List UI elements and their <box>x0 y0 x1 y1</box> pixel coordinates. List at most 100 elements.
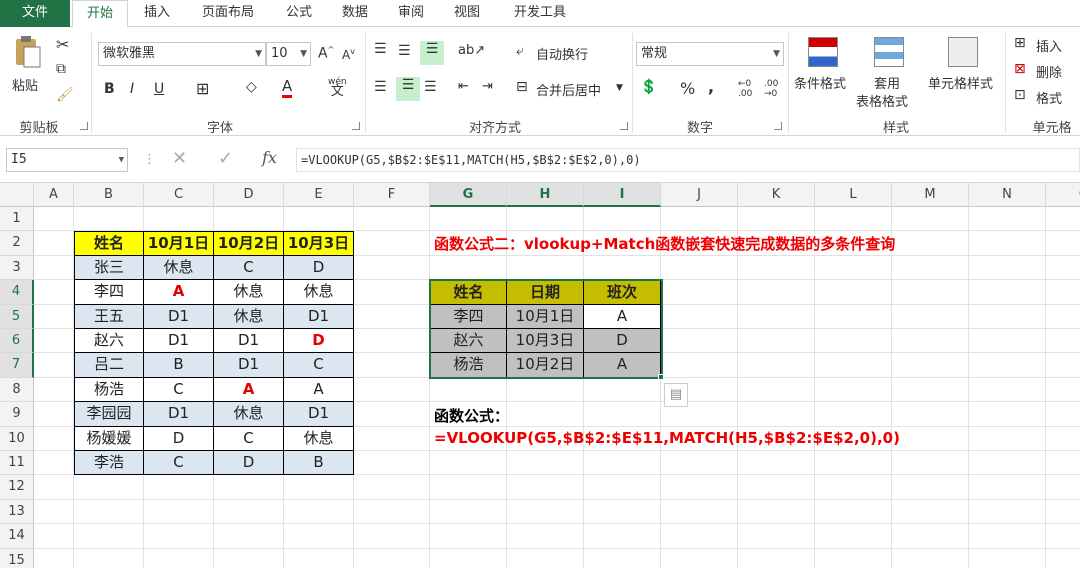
worksheet-grid[interactable]: A B C D E F G H I J K L M N O 1234567891… <box>0 183 1080 568</box>
lookup-cell[interactable]: A <box>584 304 661 329</box>
tab-view[interactable]: 视图 <box>442 0 492 27</box>
row-header-7[interactable]: 7 <box>0 353 34 378</box>
increase-indent-icon[interactable]: ⇥ <box>482 79 493 94</box>
lookup-cell[interactable]: 杨浩 <box>430 353 507 378</box>
cut-icon[interactable]: ✂ <box>56 35 69 54</box>
column-header-e[interactable]: E <box>284 183 354 207</box>
row-header-1[interactable]: 1 <box>0 207 34 232</box>
fill-handle[interactable] <box>658 373 664 380</box>
schedule-cell[interactable]: 张三 <box>74 255 144 281</box>
alignment-launcher-icon[interactable] <box>620 122 628 130</box>
align-middle-icon[interactable]: ☰ <box>398 43 411 59</box>
column-header-j[interactable]: J <box>661 183 738 207</box>
schedule-cell[interactable]: D1 <box>144 402 214 427</box>
paste-button[interactable]: 粘贴 <box>12 75 38 94</box>
column-header-m[interactable]: M <box>892 183 969 207</box>
schedule-cell[interactable]: 休息 <box>284 426 354 451</box>
schedule-header-cell[interactable]: 10月3日 <box>284 231 354 256</box>
lookup-header-cell[interactable]: 姓名 <box>430 280 507 305</box>
lookup-cell[interactable]: D <box>584 329 661 354</box>
schedule-cell[interactable]: D1 <box>144 304 214 329</box>
schedule-cell[interactable]: C <box>214 255 284 281</box>
conditional-format-button[interactable]: 条件格式 <box>794 73 846 92</box>
column-header-i[interactable]: I <box>584 183 661 207</box>
tab-data[interactable]: 数据 <box>330 0 380 27</box>
font-name-select[interactable]: 微软雅黑 ▼ <box>98 42 266 66</box>
schedule-cell[interactable]: 李浩 <box>74 451 144 476</box>
format-table-icon[interactable] <box>874 37 904 67</box>
schedule-cell[interactable]: C <box>144 377 214 403</box>
tab-file[interactable]: 文件 <box>0 0 70 27</box>
delete-cells-button[interactable]: 删除 <box>1036 62 1062 81</box>
tab-insert[interactable]: 插入 <box>132 0 182 27</box>
schedule-cell[interactable]: A <box>284 377 354 403</box>
align-center-icon[interactable]: ☰ <box>396 77 420 101</box>
schedule-cell[interactable]: C <box>284 353 354 378</box>
schedule-cell[interactable]: 休息 <box>214 280 284 305</box>
format-cells-button[interactable]: 格式 <box>1036 88 1062 107</box>
format-table-button[interactable]: 套用 <box>874 73 900 92</box>
column-header-g[interactable]: G <box>430 183 507 207</box>
schedule-header-cell[interactable]: 姓名 <box>74 231 144 256</box>
clipboard-launcher-icon[interactable] <box>80 122 88 130</box>
orientation-icon[interactable]: ab↗ <box>458 43 485 58</box>
column-header-n[interactable]: N <box>969 183 1046 207</box>
schedule-cell[interactable]: 休息 <box>214 402 284 427</box>
column-header-b[interactable]: B <box>74 183 144 207</box>
row-header-8[interactable]: 8 <box>0 377 34 403</box>
column-header-d[interactable]: D <box>214 183 284 207</box>
lookup-header-cell[interactable]: 班次 <box>584 280 661 305</box>
align-top-icon[interactable]: ☰ <box>374 41 387 57</box>
copy-icon[interactable]: ⧉ <box>56 61 66 77</box>
schedule-cell[interactable]: D <box>284 329 354 354</box>
row-header-4[interactable]: 4 <box>0 280 34 305</box>
row-header-9[interactable]: 9 <box>0 402 34 427</box>
row-header-13[interactable]: 13 <box>0 499 34 525</box>
schedule-header-cell[interactable]: 10月1日 <box>144 231 214 256</box>
row-header-15[interactable]: 15 <box>0 548 34 568</box>
row-header-5[interactable]: 5 <box>0 304 34 329</box>
currency-icon[interactable]: 💲 <box>640 79 657 95</box>
schedule-cell[interactable]: 杨浩 <box>74 377 144 403</box>
insert-cells-icon[interactable]: ⊞ <box>1014 35 1026 51</box>
cell-styles-button[interactable]: 单元格样式 <box>928 73 993 92</box>
lookup-header-cell[interactable]: 日期 <box>507 280 584 305</box>
cell-styles-icon[interactable] <box>948 37 978 67</box>
phonetic-icon[interactable]: wén 文 <box>328 77 347 98</box>
schedule-cell[interactable]: C <box>144 451 214 476</box>
tab-review[interactable]: 审阅 <box>386 0 436 27</box>
schedule-cell[interactable]: D1 <box>284 304 354 329</box>
row-header-3[interactable]: 3 <box>0 255 34 281</box>
font-launcher-icon[interactable] <box>352 122 360 130</box>
delete-cells-icon[interactable]: ⊠ <box>1014 61 1026 77</box>
schedule-cell[interactable]: B <box>144 353 214 378</box>
align-right-icon[interactable]: ☰ <box>424 79 437 95</box>
format-cells-icon[interactable]: ⊡ <box>1014 87 1026 103</box>
column-header-h[interactable]: H <box>507 183 584 207</box>
schedule-cell[interactable]: 休息 <box>144 255 214 281</box>
row-header-14[interactable]: 14 <box>0 524 34 549</box>
lookup-cell[interactable]: 10月3日 <box>507 329 584 354</box>
lookup-cell[interactable]: 10月2日 <box>507 353 584 378</box>
font-color-icon[interactable]: A <box>282 77 293 98</box>
decrease-decimal-icon[interactable]: .00 →0 <box>764 79 778 99</box>
lookup-cell[interactable]: A <box>584 353 661 378</box>
schedule-cell[interactable]: 李四 <box>74 280 144 305</box>
schedule-cell[interactable]: B <box>284 451 354 476</box>
number-format-select[interactable]: 常规 ▼ <box>636 42 784 66</box>
italic-button[interactable]: I <box>130 81 134 97</box>
row-header-10[interactable]: 10 <box>0 426 34 451</box>
format-table-button-2[interactable]: 表格格式 <box>856 91 908 110</box>
shrink-font-icon[interactable]: Av <box>342 47 355 62</box>
schedule-cell[interactable]: A <box>144 280 214 305</box>
row-header-12[interactable]: 12 <box>0 475 34 500</box>
insert-cells-button[interactable]: 插入 <box>1036 36 1062 55</box>
column-header-o[interactable]: O <box>1046 183 1080 207</box>
merge-center-button[interactable]: 合并后居中 <box>536 80 601 99</box>
schedule-cell[interactable]: D <box>214 451 284 476</box>
schedule-cell[interactable]: 杨媛媛 <box>74 426 144 451</box>
schedule-cell[interactable]: C <box>214 426 284 451</box>
underline-button[interactable]: U <box>154 81 164 97</box>
merge-center-icon[interactable]: ⊟ <box>516 79 528 95</box>
lookup-cell[interactable]: 赵六 <box>430 329 507 354</box>
